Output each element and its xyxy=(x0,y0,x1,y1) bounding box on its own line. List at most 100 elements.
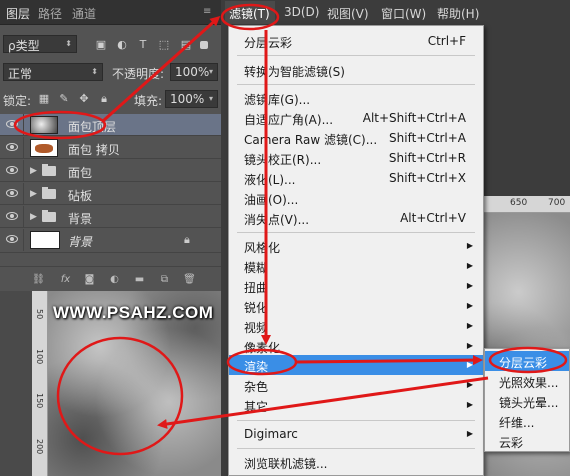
chevron-right-icon[interactable]: ▶ xyxy=(30,166,37,176)
adjustment-filter-icon[interactable]: ◐ xyxy=(116,39,128,51)
menu-view[interactable]: 视图(V) xyxy=(327,5,369,22)
fill-value: 100% xyxy=(170,92,205,106)
horizontal-ruler: 650 700 xyxy=(484,196,570,213)
menu-item-vanishing-point[interactable]: 消失点(V)... Alt+Ctrl+V xyxy=(229,208,483,228)
submenu-item-clouds[interactable]: 云彩 xyxy=(485,431,569,451)
trash-icon[interactable]: 🗑︎ xyxy=(183,273,196,286)
submenu-arrow-icon: ▶ xyxy=(466,360,473,369)
layer-group-row[interactable]: ▶ 背景 xyxy=(0,206,221,228)
menu-item-convert-smart-filter[interactable]: 转换为智能滤镜(S) xyxy=(229,60,483,80)
render-submenu: 分层云彩 光照效果... 镜头光晕... 纤维... 云彩 xyxy=(484,348,570,452)
link-icon[interactable]: ⛓ xyxy=(32,273,45,286)
submenu-arrow-icon: ▶ xyxy=(466,301,473,310)
folder-icon xyxy=(42,164,56,176)
ruler-label: 650 xyxy=(510,198,528,208)
eye-icon[interactable] xyxy=(6,189,18,197)
chevron-down-icon: ⬍ xyxy=(91,67,98,76)
submenu-item-difference-clouds[interactable]: 分层云彩 xyxy=(485,351,569,371)
lock-fill-row: 锁定: ▦ ✎ ✥ 🔒︎ 填充: 100% ▾ xyxy=(0,87,221,112)
submenu-item-lens-flare[interactable]: 镜头光晕... xyxy=(485,391,569,411)
submenu-item-lighting-effects[interactable]: 光照效果... xyxy=(485,371,569,391)
layer-row-background[interactable]: 背景 🔒︎ xyxy=(0,229,221,253)
menu-item-noise[interactable]: 杂色 ▶ xyxy=(229,375,483,395)
eye-icon[interactable] xyxy=(6,166,18,174)
menu-item-adaptive-wide-angle[interactable]: 自适应广角(A)... Alt+Shift+Ctrl+A xyxy=(229,108,483,128)
tab-channels[interactable]: 通道 xyxy=(72,5,96,22)
filter-menu: 分层云彩 Ctrl+F 转换为智能滤镜(S) 滤镜库(G)... 自适应广角(A… xyxy=(228,25,484,476)
chevron-down-icon: ▾ xyxy=(208,67,213,76)
new-layer-icon[interactable]: ⧉ xyxy=(158,273,171,286)
layer-name: 背景 xyxy=(68,212,93,226)
filter-toggle-icon[interactable] xyxy=(200,41,208,49)
group-icon[interactable]: ▬ xyxy=(133,273,146,286)
submenu-arrow-icon: ▶ xyxy=(466,321,473,330)
vertical-ruler: 50 100 150 200 xyxy=(32,291,48,476)
lock-position-icon[interactable]: ✥ xyxy=(78,93,90,105)
adjustment-icon[interactable]: ◐ xyxy=(108,273,121,286)
layer-filter-kind-value: ρ类型 xyxy=(8,39,40,53)
fx-icon[interactable]: fx xyxy=(59,273,72,286)
panel-menu-icon[interactable]: ≡ xyxy=(203,6,211,17)
chevron-down-icon: ▾ xyxy=(208,94,213,103)
menu-item-other[interactable]: 其它 ▶ xyxy=(229,395,483,415)
submenu-arrow-icon: ▶ xyxy=(466,281,473,290)
menu-item-last-filter[interactable]: 分层云彩 Ctrl+F xyxy=(229,31,483,51)
eye-icon[interactable] xyxy=(6,120,18,128)
eye-icon[interactable] xyxy=(6,212,18,220)
blend-opacity-row: 正常 ⬍ 不透明度: 100% ▾ xyxy=(0,60,221,85)
pixel-filter-icon[interactable]: ▣ xyxy=(95,39,107,51)
layer-group-row[interactable]: ▶ 面包 xyxy=(0,160,221,182)
smart-object-filter-icon[interactable]: ▤ xyxy=(180,39,192,51)
submenu-arrow-icon: ▶ xyxy=(466,341,473,350)
menu-item-sharpen[interactable]: 锐化 ▶ xyxy=(229,296,483,316)
layer-name: 砧板 xyxy=(68,189,93,203)
menu-item-render[interactable]: 渲染 ▶ xyxy=(229,355,483,375)
menu-window[interactable]: 窗口(W) xyxy=(381,5,426,22)
menu-item-browse-filters-online[interactable]: 浏览联机滤镜... xyxy=(229,452,483,472)
chevron-right-icon[interactable]: ▶ xyxy=(30,189,37,199)
lock-transparent-icon[interactable]: ▦ xyxy=(38,93,50,105)
menu-item-blur[interactable]: 模糊 ▶ xyxy=(229,256,483,276)
menu-item-camera-raw[interactable]: Camera Raw 滤镜(C)... Shift+Ctrl+A xyxy=(229,128,483,148)
submenu-arrow-icon: ▶ xyxy=(466,400,473,409)
menu-filter[interactable]: 滤镜(T) xyxy=(229,5,270,22)
layer-group-row[interactable]: ▶ 砧板 xyxy=(0,183,221,205)
tab-layers[interactable]: 图层 xyxy=(6,5,30,22)
menu-help[interactable]: 帮助(H) xyxy=(437,5,479,22)
layer-row[interactable]: 面包 拷贝 xyxy=(0,137,221,159)
lock-all-icon[interactable]: 🔒︎ xyxy=(98,93,110,105)
menu-item-digimarc[interactable]: Digimarc ▶ xyxy=(229,424,483,444)
type-filter-icon[interactable]: T xyxy=(137,39,149,51)
ruler-label: 200 xyxy=(35,439,44,455)
menu-item-liquify[interactable]: 液化(L)... Shift+Ctrl+X xyxy=(229,168,483,188)
tab-paths[interactable]: 路径 xyxy=(38,5,62,22)
shape-filter-icon[interactable]: ⬚ xyxy=(158,39,170,51)
menu-item-pixelate[interactable]: 像素化 ▶ xyxy=(229,336,483,356)
layer-row[interactable]: 面包顶层 xyxy=(0,114,221,136)
layer-thumbnail xyxy=(30,231,60,249)
menu-item-stylize[interactable]: 风格化 ▶ xyxy=(229,236,483,256)
lock-icon: 🔒︎ xyxy=(184,233,190,246)
menu-3d[interactable]: 3D(D) xyxy=(284,5,319,19)
menu-item-oil-paint[interactable]: 油画(O)... xyxy=(229,188,483,208)
fill-label: 填充: xyxy=(134,94,163,108)
layer-thumbnail xyxy=(30,116,58,134)
fill-field[interactable]: 100% ▾ xyxy=(165,90,218,108)
eye-icon[interactable] xyxy=(6,235,18,243)
lock-brush-icon[interactable]: ✎ xyxy=(58,93,70,105)
menu-item-distort[interactable]: 扭曲 ▶ xyxy=(229,276,483,296)
canvas-area[interactable]: 50 100 150 200 WWW.PSAHZ.COM xyxy=(0,291,221,476)
mask-icon[interactable]: ◙ xyxy=(83,273,96,286)
blend-mode-select[interactable]: 正常 ⬍ xyxy=(3,63,103,81)
ruler-label: 700 xyxy=(548,198,566,208)
chevron-right-icon[interactable]: ▶ xyxy=(30,212,37,222)
layer-name: 面包顶层 xyxy=(68,120,117,134)
layer-filter-kind-select[interactable]: ρ类型 ⬍ xyxy=(3,35,77,53)
eye-icon[interactable] xyxy=(6,143,18,151)
submenu-item-fibers[interactable]: 纤维... xyxy=(485,411,569,431)
menu-item-video[interactable]: 视频 ▶ xyxy=(229,316,483,336)
menu-item-lens-correction[interactable]: 镜头校正(R)... Shift+Ctrl+R xyxy=(229,148,483,168)
opacity-value: 100% xyxy=(175,65,210,79)
opacity-field[interactable]: 100% ▾ xyxy=(170,63,218,81)
menu-item-filter-gallery[interactable]: 滤镜库(G)... xyxy=(229,88,483,108)
